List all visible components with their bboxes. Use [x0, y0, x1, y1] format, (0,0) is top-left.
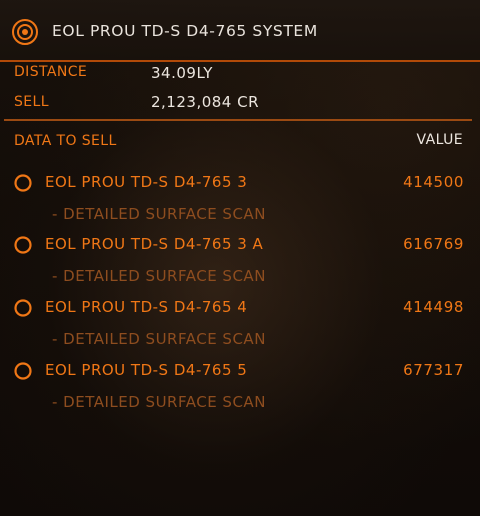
planet-ring-icon	[14, 174, 32, 192]
sell-label: SELL	[14, 94, 49, 110]
item-name: EOL PROU TD-S D4-765 4	[45, 298, 248, 316]
item-scan-type: - DETAILED SURFACE SCAN	[52, 330, 266, 348]
list-item[interactable]: EOL PROU TD-S D4-765 3 414500 - DETAILED…	[0, 169, 480, 227]
list-item[interactable]: EOL PROU TD-S D4-765 4 414498 - DETAILED…	[0, 294, 480, 352]
panel-header: EOL PROU TD-S D4-765 SYSTEM	[0, 0, 480, 62]
item-scan-type: - DETAILED SURFACE SCAN	[52, 393, 266, 411]
system-title: EOL PROU TD-S D4-765 SYSTEM	[52, 22, 318, 40]
section-divider	[4, 119, 472, 121]
value-header: VALUE	[416, 132, 463, 148]
item-name: EOL PROU TD-S D4-765 3	[45, 173, 248, 191]
item-name: EOL PROU TD-S D4-765 5	[45, 361, 248, 379]
item-value: 414500	[403, 173, 464, 191]
item-value: 677317	[403, 361, 464, 379]
item-value: 616769	[403, 235, 464, 253]
planet-ring-icon	[14, 299, 32, 317]
table-header: DATA TO SELL VALUE	[0, 131, 480, 155]
list-item[interactable]: EOL PROU TD-S D4-765 5 677317 - DETAILED…	[0, 357, 480, 415]
list-item[interactable]: EOL PROU TD-S D4-765 3 A 616769 - DETAIL…	[0, 231, 480, 289]
distance-label: DISTANCE	[14, 64, 88, 80]
planet-ring-icon	[14, 236, 32, 254]
distance-value: 34.09LY	[151, 64, 213, 82]
item-scan-type: - DETAILED SURFACE SCAN	[52, 205, 266, 223]
data-to-sell-header: DATA TO SELL	[14, 133, 117, 149]
item-value: 414498	[403, 298, 464, 316]
cartographics-sell-panel: EOL PROU TD-S D4-765 SYSTEM DISTANCE 34.…	[0, 0, 480, 516]
item-name: EOL PROU TD-S D4-765 3 A	[45, 235, 264, 253]
item-scan-type: - DETAILED SURFACE SCAN	[52, 267, 266, 285]
system-target-icon	[12, 19, 38, 45]
sell-value: 2,123,084 CR	[151, 93, 260, 111]
sell-row: SELL 2,123,084 CR	[0, 92, 480, 120]
planet-ring-icon	[14, 362, 32, 380]
distance-row: DISTANCE 34.09LY	[0, 64, 480, 92]
